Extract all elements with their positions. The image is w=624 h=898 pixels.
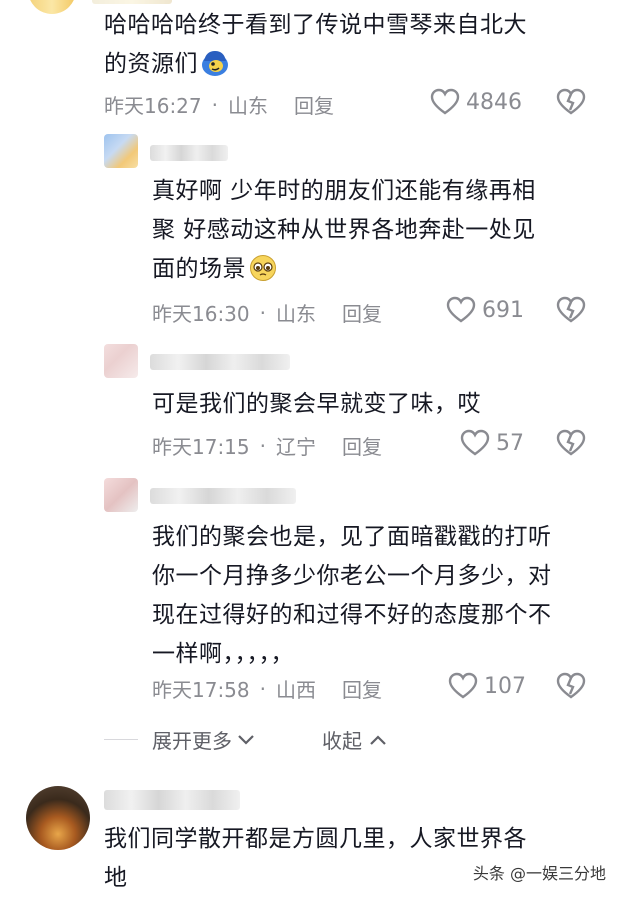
emoji-teary-face-icon xyxy=(248,254,278,282)
expand-divider xyxy=(104,739,138,740)
heart-icon xyxy=(430,88,460,115)
reply-button[interactable]: 回复 xyxy=(342,431,382,460)
comment-text: 可是我们的聚会早就变了味，哎 xyxy=(152,391,481,417)
comment-text: 真好啊 少年时的朋友们还能有缘再相 聚 好感动这种从世界各地奔赴一处见 面的场景 xyxy=(152,178,536,282)
chevron-down-icon xyxy=(238,734,254,745)
broken-heart-icon xyxy=(556,296,586,323)
avatar[interactable] xyxy=(28,0,76,14)
timestamp: 昨天16:30 xyxy=(152,302,250,326)
like-button[interactable]: 691 xyxy=(446,296,524,324)
avatar[interactable] xyxy=(104,478,138,512)
like-button[interactable]: 107 xyxy=(448,672,526,700)
reply-button[interactable]: 回复 xyxy=(294,90,334,119)
comment-text: 我们的聚会也是，见了面暗戳戳的打听 你一个月挣多少你老公一个月多少，对 现在过得… xyxy=(152,524,552,667)
username[interactable] xyxy=(92,0,172,4)
comment-meta: 昨天16:27 · 山东 回复 xyxy=(104,90,334,119)
dislike-button[interactable] xyxy=(556,429,586,461)
timestamp: 昨天17:58 xyxy=(152,678,250,702)
separator: · xyxy=(259,300,266,325)
location: 山东 xyxy=(228,94,268,118)
avatar[interactable] xyxy=(104,344,138,378)
username[interactable] xyxy=(150,145,228,161)
username[interactable] xyxy=(150,354,290,370)
timestamp: 昨天17:15 xyxy=(152,435,250,459)
avatar[interactable] xyxy=(104,134,138,168)
like-count: 691 xyxy=(482,297,524,323)
avatar[interactable] xyxy=(26,786,90,850)
heart-icon xyxy=(446,296,476,323)
collapse-button[interactable]: 收起 xyxy=(322,725,388,754)
watermark: 头条 @一娱三分地 xyxy=(468,858,610,886)
emoji-blue-face-icon xyxy=(200,49,230,77)
like-button[interactable]: 57 xyxy=(460,429,524,457)
broken-heart-icon xyxy=(556,672,586,699)
location: 山东 xyxy=(276,302,316,326)
comment-text: 哈哈哈哈终于看到了传说中雪琴来自北大 的资源们 xyxy=(104,12,527,77)
heart-icon xyxy=(448,672,478,699)
heart-icon xyxy=(460,429,490,456)
chevron-up-icon xyxy=(370,734,386,745)
like-count: 107 xyxy=(484,673,526,699)
expand-more-label: 展开更多 xyxy=(152,729,232,753)
comment-meta: 昨天17:15 · 辽宁 回复 xyxy=(152,431,382,460)
reply-button[interactable]: 回复 xyxy=(342,298,382,327)
timestamp: 昨天16:27 xyxy=(104,94,202,118)
username[interactable] xyxy=(104,790,240,810)
like-count: 4846 xyxy=(466,89,522,115)
dislike-button[interactable] xyxy=(556,88,586,120)
location: 山西 xyxy=(276,678,316,702)
comment-meta: 昨天16:30 · 山东 回复 xyxy=(152,298,382,327)
broken-heart-icon xyxy=(556,88,586,115)
separator: · xyxy=(259,676,266,701)
comment-meta: 昨天17:58 · 山西 回复 xyxy=(152,674,382,703)
separator: · xyxy=(211,92,218,117)
broken-heart-icon xyxy=(556,429,586,456)
collapse-label: 收起 xyxy=(322,729,362,753)
dislike-button[interactable] xyxy=(556,672,586,704)
location: 辽宁 xyxy=(276,435,316,459)
dislike-button[interactable] xyxy=(556,296,586,328)
like-count: 57 xyxy=(496,430,524,456)
reply-button[interactable]: 回复 xyxy=(342,674,382,703)
expand-more-button[interactable]: 展开更多 xyxy=(152,725,256,754)
username[interactable] xyxy=(150,488,296,504)
like-button[interactable]: 4846 xyxy=(430,88,522,116)
separator: · xyxy=(259,433,266,458)
